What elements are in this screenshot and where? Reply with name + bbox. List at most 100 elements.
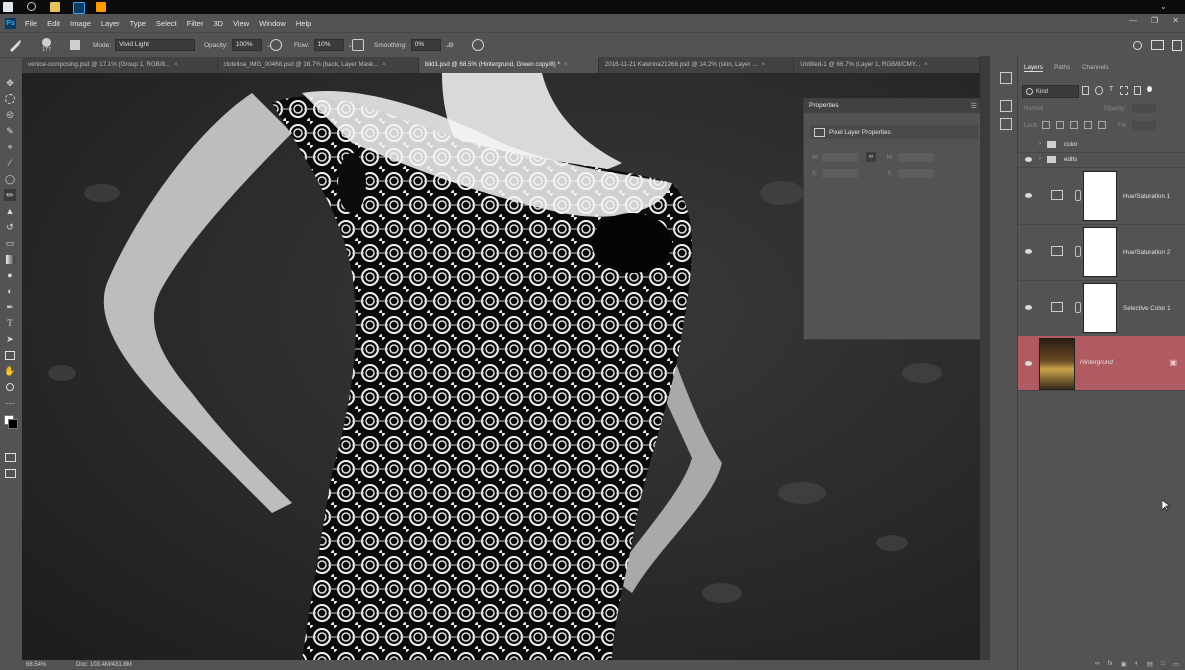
link-icon[interactable] xyxy=(1075,190,1081,201)
folder-icon[interactable] xyxy=(50,2,60,12)
menu-layer[interactable]: Layer xyxy=(96,19,125,28)
smoothing-input[interactable]: 0% xyxy=(410,39,441,51)
height-field[interactable] xyxy=(898,153,934,162)
filter-pixel-icon[interactable] xyxy=(1082,86,1090,95)
quick-selection-tool-icon[interactable]: ✎ xyxy=(4,125,16,137)
workspace-icon[interactable] xyxy=(1151,33,1164,57)
new-group-icon[interactable]: ▤ xyxy=(1147,660,1153,668)
lock-all-icon[interactable] xyxy=(1098,121,1106,129)
lock-pixels-icon[interactable] xyxy=(1056,121,1064,129)
menu-type[interactable]: Type xyxy=(125,19,151,28)
menu-filter[interactable]: Filter xyxy=(182,19,209,28)
link-icon[interactable]: ∞ xyxy=(866,152,876,162)
pressure-size-icon[interactable] xyxy=(472,33,484,57)
brush-tool-icon[interactable]: ✏ xyxy=(4,189,16,201)
eraser-tool-icon[interactable]: ▭ xyxy=(4,237,16,249)
gradient-tool-icon[interactable] xyxy=(4,253,16,265)
chevron-down-icon[interactable]: ⌄ xyxy=(1160,2,1170,12)
layer-hue-saturation-2[interactable]: Hue/Saturation 2 xyxy=(1018,224,1185,281)
more-tools-icon[interactable]: ⋯ xyxy=(4,397,16,409)
opacity-input[interactable]: 100% xyxy=(231,39,262,51)
tab-document-2[interactable]: clotelina_IMG_00468.psd @ 16.7% (back, L… xyxy=(218,57,419,73)
quick-mask-icon[interactable] xyxy=(4,451,16,463)
tab-document-active[interactable]: bild1.psd @ 68.5% (Hintergrund, Green co… xyxy=(418,57,599,73)
clone-stamp-tool-icon[interactable]: ▲ xyxy=(4,205,16,217)
menu-view[interactable]: View xyxy=(228,19,254,28)
layer-thumbnail[interactable] xyxy=(1039,338,1075,390)
screen-mode-icon[interactable] xyxy=(4,467,16,479)
lasso-tool-icon[interactable]: ⧀ xyxy=(4,109,16,121)
lock-transparent-icon[interactable] xyxy=(1042,121,1050,129)
layer-mask-thumbnail[interactable] xyxy=(1083,227,1117,277)
trash-icon[interactable]: ▭ xyxy=(1173,660,1179,668)
link-icon[interactable] xyxy=(1075,302,1081,313)
tab-channels[interactable]: Channels xyxy=(1082,64,1109,71)
hand-tool-icon[interactable]: ✋ xyxy=(4,365,16,377)
eye-icon[interactable] xyxy=(1025,249,1032,254)
chevron-right-icon[interactable]: › xyxy=(1039,141,1041,147)
lock-artboard-icon[interactable] xyxy=(1084,121,1092,129)
menu-window[interactable]: Window xyxy=(254,19,291,28)
fx-icon[interactable]: fx xyxy=(1108,660,1113,667)
menu-edit[interactable]: Edit xyxy=(42,19,65,28)
add-mask-icon[interactable]: ▣ xyxy=(1121,660,1127,668)
close-icon[interactable]: × xyxy=(382,61,386,68)
brush-tool-preset-icon[interactable] xyxy=(8,33,22,57)
menu-image[interactable]: Image xyxy=(65,19,96,28)
width-field[interactable] xyxy=(822,153,858,162)
layer-opacity-field[interactable] xyxy=(1132,104,1156,113)
search-icon[interactable] xyxy=(1133,33,1142,57)
panel-menu-icon[interactable]: ☰ xyxy=(971,102,977,110)
eye-icon[interactable] xyxy=(1025,193,1032,198)
minimize-icon[interactable]: — xyxy=(1129,16,1137,25)
filter-kind-select[interactable]: Kind xyxy=(1022,85,1079,98)
panel-divider[interactable] xyxy=(980,56,990,660)
move-tool-icon[interactable]: ✥ xyxy=(4,77,16,89)
zoom-readout[interactable]: 68.54% xyxy=(26,662,46,668)
crop-tool-icon[interactable]: ⌖ xyxy=(4,141,16,153)
brushes-panel-icon[interactable] xyxy=(1000,100,1012,112)
blend-mode-select[interactable]: Normal xyxy=(1024,106,1043,112)
share-icon[interactable] xyxy=(1172,33,1182,57)
filter-toggle-icon[interactable] xyxy=(1147,86,1153,92)
windows-start-icon[interactable] xyxy=(3,2,13,12)
layer-hintergrund[interactable]: Hintergrund ▣ xyxy=(1018,336,1185,391)
tab-document-1[interactable]: venice-composing.psd @ 17.1% (Group 1, R… xyxy=(22,57,218,73)
close-icon[interactable]: × xyxy=(924,61,928,68)
link-layers-icon[interactable]: ∞ xyxy=(1095,660,1100,667)
layer-group-edits[interactable]: › edits xyxy=(1018,153,1185,168)
fill-field[interactable] xyxy=(1132,121,1156,130)
dodge-tool-icon[interactable]: ◐ xyxy=(4,285,16,297)
pressure-opacity-icon[interactable] xyxy=(270,33,282,57)
layer-group-color[interactable]: › color xyxy=(1018,138,1185,153)
lock-position-icon[interactable] xyxy=(1070,121,1078,129)
blur-tool-icon[interactable]: ● xyxy=(4,269,16,281)
zoom-tool-icon[interactable] xyxy=(4,381,16,393)
tab-paths[interactable]: Paths xyxy=(1054,64,1070,71)
menu-select[interactable]: Select xyxy=(151,19,182,28)
eye-icon[interactable] xyxy=(1025,157,1032,162)
menu-file[interactable]: File xyxy=(20,19,42,28)
illustrator-taskbar-icon[interactable] xyxy=(96,2,106,12)
tab-document-5[interactable]: Untitled-1 @ 66.7% (Layer 1, RGB/8/CMY..… xyxy=(794,57,981,73)
new-layer-icon[interactable]: □ xyxy=(1161,660,1165,667)
pen-tool-icon[interactable]: ✒ xyxy=(4,301,16,313)
brush-size-picker[interactable]: 177 xyxy=(42,33,51,57)
menu-help[interactable]: Help xyxy=(291,19,316,28)
chevron-right-icon[interactable]: › xyxy=(1039,156,1041,162)
filter-type-icon[interactable]: T xyxy=(1109,86,1114,93)
brush-panel-icon[interactable] xyxy=(70,33,80,57)
layer-selective-color-1[interactable]: Selective Color 1 xyxy=(1018,280,1185,337)
x-field[interactable] xyxy=(822,169,858,178)
y-field[interactable] xyxy=(898,169,934,178)
eye-icon[interactable] xyxy=(1025,361,1032,366)
flow-input[interactable]: 10% xyxy=(313,39,344,51)
eyedropper-tool-icon[interactable]: ⁄ xyxy=(4,157,16,169)
close-icon[interactable]: × xyxy=(174,61,178,68)
healing-brush-tool-icon[interactable]: ◯ xyxy=(4,173,16,185)
layer-hue-saturation-1[interactable]: Hue/Saturation 1 xyxy=(1018,168,1185,225)
menu-3d[interactable]: 3D xyxy=(208,19,228,28)
tab-document-4[interactable]: 2016-11-21 Katerina21268.psd @ 14.2% (sk… xyxy=(599,57,795,73)
eye-icon[interactable] xyxy=(1025,305,1032,310)
restore-icon[interactable]: ❐ xyxy=(1151,16,1158,25)
